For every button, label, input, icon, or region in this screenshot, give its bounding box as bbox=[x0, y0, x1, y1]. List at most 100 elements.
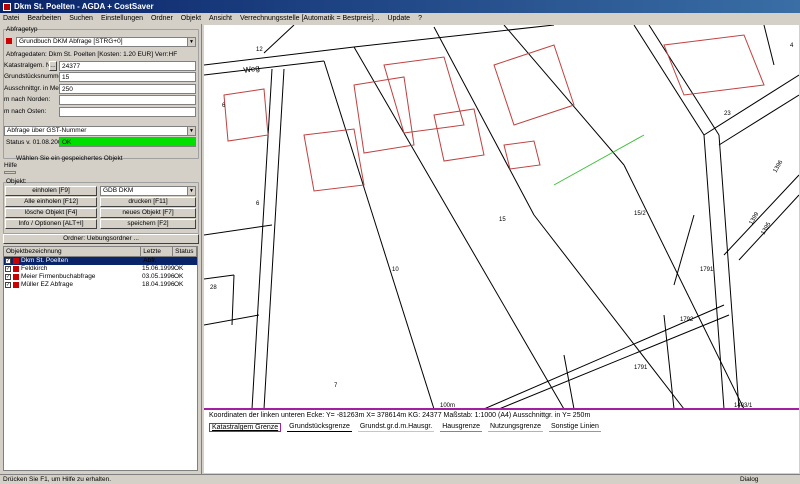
legend-house-boundary[interactable]: Hausgrenze bbox=[440, 423, 482, 432]
status-bar: Drücken Sie F1, um Hilfe zu erhalten. Di… bbox=[0, 474, 800, 484]
legend-parcel-house-boundary[interactable]: Grundst.gr.d.m.Hausgr. bbox=[357, 423, 435, 432]
chevron-down-icon[interactable]: ▼ bbox=[187, 187, 195, 195]
object-status bbox=[174, 257, 194, 265]
new-object-button[interactable]: neues Objekt [F7] bbox=[100, 208, 196, 218]
database-value: GDB DKM bbox=[103, 187, 134, 194]
parcel-label: 15/2 bbox=[634, 211, 646, 217]
title-bar: Dkm St. Poelten - AGDA + CostSaver bbox=[0, 0, 800, 13]
object-date: 18.04.1996 bbox=[142, 281, 175, 288]
legend-usage-boundary[interactable]: Nutzungsgrenze bbox=[487, 423, 543, 432]
object-name: Dkm St. Poelten bbox=[21, 257, 68, 264]
checkbox[interactable]: ✓ bbox=[5, 282, 11, 288]
fetch-button[interactable]: einholen [F9] bbox=[5, 186, 97, 196]
kg-browse-button[interactable]: ... bbox=[49, 61, 57, 71]
gst-label: Grundstücksnummer: bbox=[4, 73, 67, 80]
window-title: Dkm St. Poelten - AGDA + CostSaver bbox=[14, 2, 154, 11]
parcel-label: 10 bbox=[392, 267, 399, 273]
column-last-query[interactable]: Letzte Abfr. bbox=[141, 247, 174, 264]
object-icon bbox=[13, 266, 19, 272]
chevron-down-icon[interactable]: ▼ bbox=[187, 38, 195, 46]
checkbox[interactable]: ✓ bbox=[5, 258, 11, 264]
parcel-label: 1396 bbox=[773, 159, 785, 174]
query-mode-select[interactable]: Abfrage über GST-Nummer ▼ bbox=[4, 126, 196, 136]
cadastral-map[interactable]: Weg 12 6 23 6 15 15/2 10 28 7 1791 1792 … bbox=[204, 25, 799, 409]
fetch-all-button[interactable]: Alle einholen [F12] bbox=[5, 197, 97, 207]
query-mode-value: Abfrage über GST-Nummer bbox=[7, 127, 87, 134]
object-group-label: Objekt: bbox=[6, 178, 27, 185]
query-type-value: Grundbuch DKM Abfrage [STRG+0] bbox=[19, 38, 123, 45]
object-date: 15.06.1999 bbox=[142, 265, 175, 272]
info-options-button[interactable]: Info / Optionen [ALT+I] bbox=[5, 219, 97, 229]
parcel-label: 1791 bbox=[700, 267, 714, 273]
status-field: OK bbox=[59, 137, 196, 147]
cutout-size-field[interactable]: 250 bbox=[59, 84, 196, 94]
legend-items: Katastralgem Grenze Grundstücksgrenze Gr… bbox=[209, 423, 601, 432]
legend-cadastral-boundary[interactable]: Katastralgem Grenze bbox=[209, 423, 282, 432]
menu-einstellungen[interactable]: Einstellungen bbox=[101, 15, 143, 22]
object-name: Feldkirch bbox=[21, 265, 48, 272]
object-date bbox=[142, 257, 174, 265]
menu-help[interactable]: ? bbox=[418, 15, 422, 22]
parcel-label: 1395 bbox=[761, 221, 773, 236]
object-icon bbox=[13, 274, 19, 280]
map-legend: Koordinaten der linken unteren Ecke: Y= … bbox=[204, 408, 799, 473]
legend-other-lines[interactable]: Sonstige Linien bbox=[548, 423, 601, 432]
parcel-label: 23 bbox=[724, 111, 731, 117]
menu-update[interactable]: Update bbox=[387, 15, 410, 22]
object-name: Müller EZ Abfrage bbox=[21, 281, 74, 288]
list-item[interactable]: ✓ Müller EZ Abfrage 18.04.1996 OK bbox=[4, 281, 197, 289]
delete-object-button[interactable]: lösche Objekt [F4] bbox=[5, 208, 97, 218]
app-icon bbox=[3, 2, 11, 11]
query-type-group-label: Abfragetyp bbox=[6, 26, 38, 33]
menu-bar: Datei Bearbeiten Suchen Einstellungen Or… bbox=[0, 13, 800, 24]
column-status[interactable]: Status bbox=[173, 247, 197, 256]
parcel-label: 1791 bbox=[634, 365, 648, 371]
map-canvas[interactable]: Weg 12 6 23 6 15 15/2 10 28 7 1791 1792 … bbox=[204, 25, 799, 409]
object-list[interactable]: Objektbezeichnung Letzte Abfr. Status ✓ D… bbox=[3, 246, 198, 471]
parcel-label: 28 bbox=[210, 285, 217, 291]
object-list-header: Objektbezeichnung Letzte Abfr. Status bbox=[4, 247, 197, 264]
column-object-name[interactable]: Objektbezeichnung bbox=[4, 247, 142, 256]
menu-bearbeiten[interactable]: Bearbeiten bbox=[27, 15, 61, 22]
query-data-line: Abfragedaten: Dkm St. Poelten [Kosten: 1… bbox=[6, 51, 178, 58]
print-button[interactable]: drucken [F11] bbox=[100, 197, 196, 207]
object-icon bbox=[13, 282, 19, 288]
checkbox[interactable]: ✓ bbox=[5, 274, 11, 280]
query-type-icon bbox=[6, 38, 12, 44]
east-label: m nach Osten: bbox=[4, 108, 47, 115]
help-slider[interactable] bbox=[4, 171, 16, 174]
menu-ansicht[interactable]: Ansicht bbox=[209, 15, 232, 22]
list-item[interactable]: ✓ Dkm St. Poelten bbox=[4, 257, 197, 265]
chevron-down-icon[interactable]: ▼ bbox=[187, 127, 195, 135]
menu-objekt[interactable]: Objekt bbox=[181, 15, 201, 22]
folder-title-button[interactable]: Ordner: Uebungsordner ... bbox=[3, 234, 199, 244]
object-status: OK bbox=[174, 265, 184, 272]
menu-ordner[interactable]: Ordner bbox=[151, 15, 173, 22]
left-panel: Abfragetyp Grundbuch DKM Abfrage [STRG+0… bbox=[0, 24, 202, 474]
status-label: Status v. 01.08.2006: bbox=[6, 139, 67, 146]
menu-suchen[interactable]: Suchen bbox=[69, 15, 93, 22]
parcel-label: 7 bbox=[334, 383, 338, 389]
gst-number-field[interactable]: 15 bbox=[59, 72, 196, 82]
checkbox[interactable]: ✓ bbox=[5, 266, 11, 272]
north-offset-field[interactable] bbox=[59, 95, 196, 105]
parcel-label: 6 bbox=[256, 201, 260, 207]
status-text: Drücken Sie F1, um Hilfe zu erhalten. bbox=[3, 476, 112, 483]
query-type-select[interactable]: Grundbuch DKM Abfrage [STRG+0] ▼ bbox=[16, 37, 196, 47]
list-item[interactable]: ✓ Feldkirch 15.06.1999 OK bbox=[4, 265, 197, 273]
object-name: Meier Firmenbuchabfrage bbox=[21, 273, 96, 280]
object-icon bbox=[13, 258, 19, 264]
save-button[interactable]: speichern [F2] bbox=[100, 219, 196, 229]
menu-verrechnungsstelle[interactable]: Verrechnungsstelle [Automatik = Bestprei… bbox=[240, 15, 380, 22]
legend-parcel-boundary[interactable]: Grundstücksgrenze bbox=[287, 423, 352, 432]
menu-datei[interactable]: Datei bbox=[3, 15, 19, 22]
object-date: 03.05.1996 bbox=[142, 273, 175, 280]
kg-number-field[interactable]: 24377 bbox=[59, 61, 196, 71]
list-item[interactable]: ✓ Meier Firmenbuchabfrage 03.05.1996 OK bbox=[4, 273, 197, 281]
street-label: Weg bbox=[243, 63, 261, 75]
parcel-label: 1792 bbox=[680, 317, 694, 323]
help-label[interactable]: Hilfe bbox=[4, 162, 17, 169]
east-offset-field[interactable] bbox=[59, 107, 196, 117]
database-select[interactable]: GDB DKM ▼ bbox=[100, 186, 196, 196]
parcel-label: 4 bbox=[790, 43, 794, 49]
